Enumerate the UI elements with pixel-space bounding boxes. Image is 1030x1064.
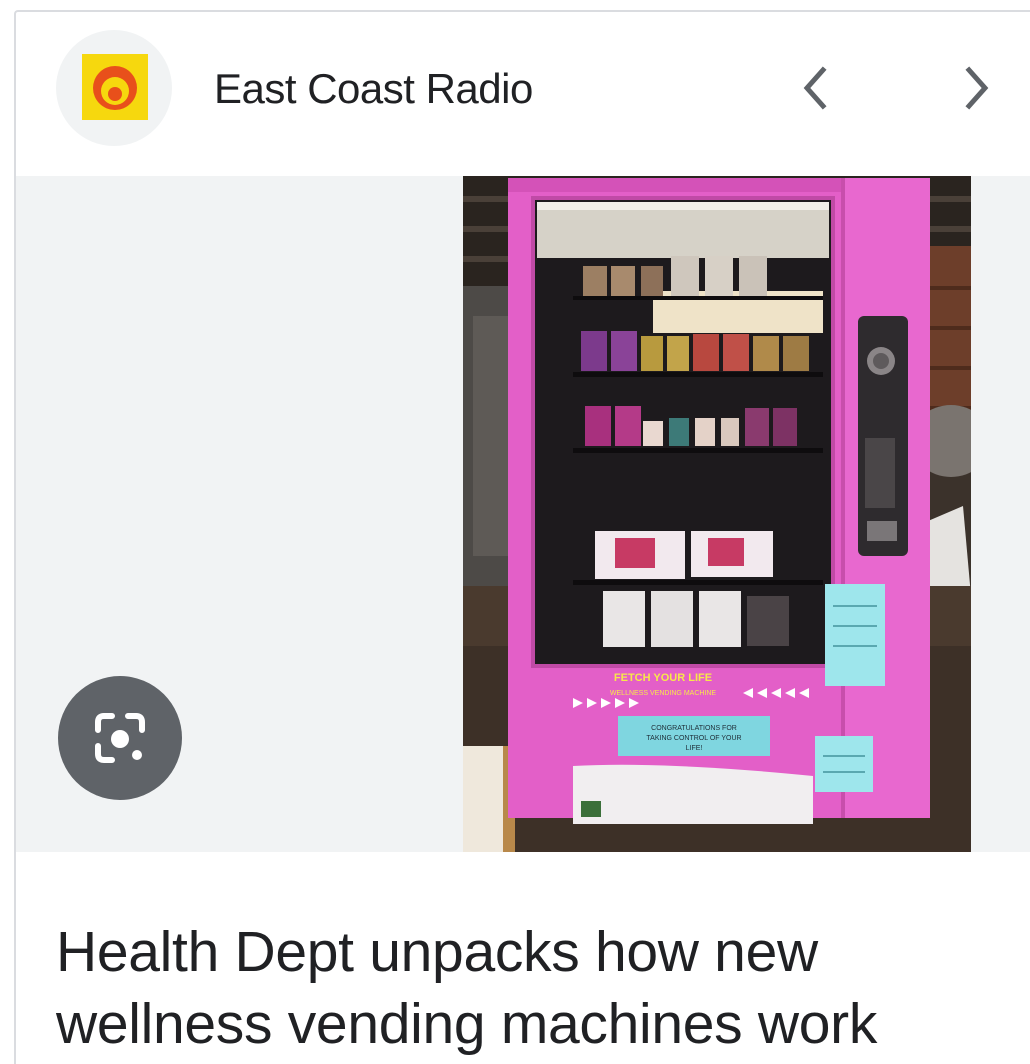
previous-button[interactable] [776,48,856,128]
next-button[interactable] [936,48,1016,128]
card-header: East Coast Radio [16,12,1030,176]
article-headline[interactable]: Health Dept unpacks how new wellness ven… [56,916,1016,1060]
image-area: FETCH YOUR LIFE WELLNESS VENDING MACHINE… [16,176,1030,852]
source-logo [56,30,172,146]
east-coast-radio-logo-icon [82,54,148,120]
google-lens-button[interactable] [58,676,182,800]
source-name[interactable]: East Coast Radio [214,64,533,114]
machine-screen-line1: CONGRATULATIONS FOR [651,725,737,732]
machine-screen-line3: LIFE! [686,745,703,752]
news-card[interactable]: East Coast Radio FETCH YOUR LIFE WELLNES… [14,10,1030,1064]
article-photo[interactable]: FETCH YOUR LIFE WELLNESS VENDING MACHINE… [463,176,971,852]
machine-banner-line1: FETCH YOUR LIFE [614,672,712,684]
google-lens-icon [95,713,145,763]
chevron-right-icon [965,66,989,110]
machine-banner-line2: WELLNESS VENDING MACHINE [610,690,717,697]
machine-screen-line2: TAKING CONTROL OF YOUR [646,735,741,742]
vending-machine-illustration: FETCH YOUR LIFE WELLNESS VENDING MACHINE… [463,176,971,852]
chevron-left-icon [803,66,827,110]
